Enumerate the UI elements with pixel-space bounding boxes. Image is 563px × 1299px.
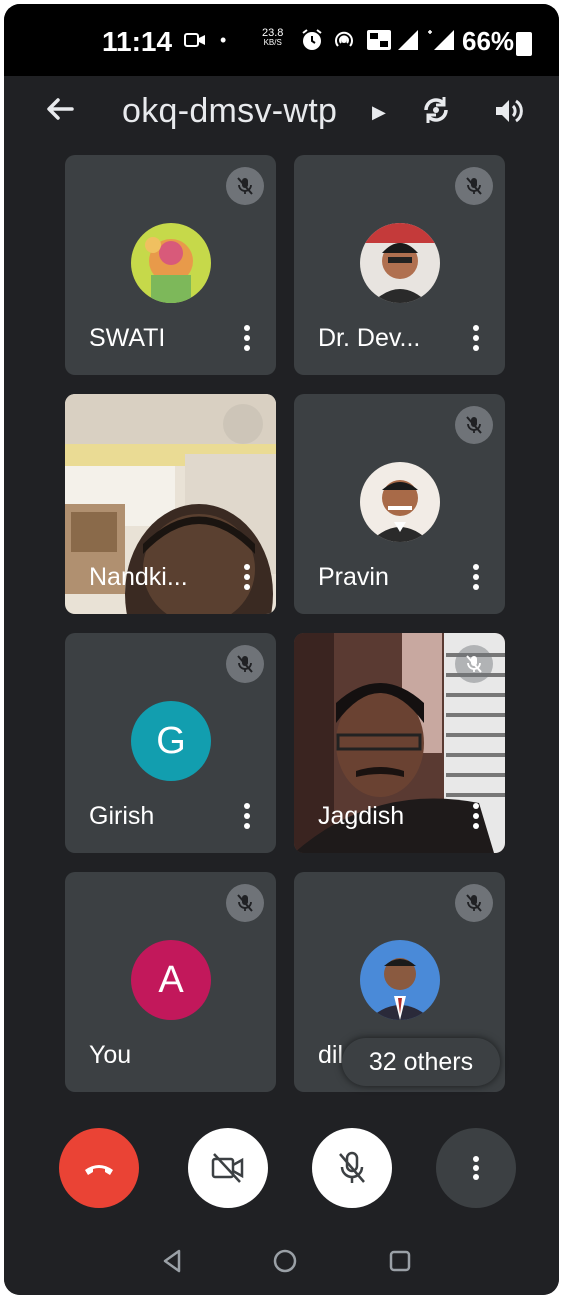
participant-tile[interactable]: G Girish — [65, 633, 276, 853]
mic-off-icon — [455, 406, 493, 444]
videocam-off-icon — [211, 1153, 244, 1183]
more-vert-icon[interactable] — [471, 323, 481, 353]
mic-off-icon — [455, 645, 493, 683]
others-count-button[interactable]: 32 others — [342, 1038, 500, 1086]
participant-name: Jagdish — [318, 802, 405, 830]
more-vert-icon[interactable] — [242, 801, 252, 831]
dot-icon: • — [220, 30, 227, 50]
participant-tile[interactable]: Pravin — [294, 394, 505, 614]
avatar — [360, 462, 440, 542]
more-vert-icon — [473, 1156, 479, 1180]
mic-toggle-button[interactable] — [312, 1128, 392, 1208]
more-vert-icon[interactable] — [471, 801, 481, 831]
network-speed-unit: KB/S — [263, 38, 282, 47]
status-time: 11:14 — [102, 26, 173, 57]
participant-name: SWATI — [89, 324, 166, 352]
participant-name: Pravin — [318, 563, 389, 591]
mic-off-icon — [455, 884, 493, 922]
hotspot-icon — [332, 28, 356, 57]
network-speed: 23.8 KB/S — [262, 28, 283, 48]
avatar: G — [131, 701, 211, 781]
avatar — [360, 940, 440, 1020]
participant-name: Girish — [89, 802, 155, 830]
mic-off-icon — [226, 167, 264, 205]
nav-back-icon[interactable] — [159, 1248, 185, 1279]
speaker-icon[interactable] — [492, 94, 526, 128]
phone-hangup-icon — [85, 1165, 113, 1175]
participant-tile[interactable]: Jagdish — [294, 633, 505, 853]
mic-off-icon — [455, 167, 493, 205]
meeting-code[interactable]: okq-dmsv-wtp — [122, 92, 337, 131]
camera-toggle-button[interactable] — [188, 1128, 268, 1208]
system-nav-bar — [4, 1226, 559, 1295]
participant-tile[interactable]: SWATI — [65, 155, 276, 375]
more-vert-icon[interactable] — [242, 323, 252, 353]
app-frame: 11:14 • 23.8 KB/S 66% okq-dmsv-wtp ▶ SWA… — [4, 4, 559, 1295]
mic-off-icon — [226, 884, 264, 922]
avatar: A — [131, 940, 211, 1020]
status-bar: 11:14 • 23.8 KB/S 66% — [4, 4, 559, 76]
end-call-button[interactable] — [59, 1128, 139, 1208]
more-vert-icon[interactable] — [242, 562, 252, 592]
arrow-left-icon[interactable] — [44, 92, 78, 126]
mic-off-icon — [339, 1151, 365, 1183]
avatar — [131, 223, 211, 303]
more-options-button[interactable] — [436, 1128, 516, 1208]
participant-name: You — [89, 1041, 132, 1069]
camera-record-icon — [184, 32, 206, 53]
network-speed-value: 23.8 — [262, 27, 284, 39]
chevron-right-icon[interactable]: ▶ — [372, 102, 386, 123]
battery-icon — [516, 32, 532, 56]
participant-name: Nandki... — [89, 563, 188, 591]
participant-tile-self[interactable]: A You — [65, 872, 276, 1092]
participant-tile[interactable]: Nandki... — [65, 394, 276, 614]
mic-off-icon — [226, 645, 264, 683]
volte-icon — [366, 28, 392, 57]
switch-camera-icon[interactable] — [418, 92, 454, 128]
participant-name: dil — [318, 1041, 344, 1069]
signal-icon — [396, 28, 420, 57]
battery-percent: 66% — [462, 26, 515, 56]
alarm-icon — [300, 28, 324, 57]
nav-home-icon[interactable] — [272, 1248, 298, 1279]
more-vert-icon[interactable] — [471, 562, 481, 592]
meeting-header: okq-dmsv-wtp ▶ — [4, 76, 559, 152]
participant-name: Dr. Dev... — [318, 324, 421, 352]
signal-4g-icon — [426, 28, 456, 57]
avatar — [360, 223, 440, 303]
nav-recents-icon[interactable] — [387, 1248, 413, 1279]
participant-tile[interactable]: Dr. Dev... — [294, 155, 505, 375]
